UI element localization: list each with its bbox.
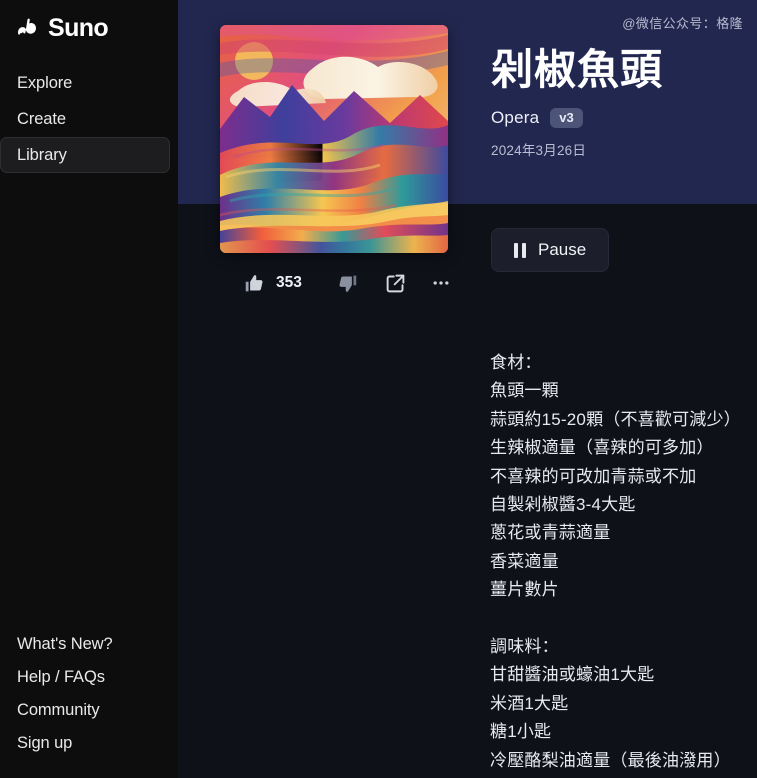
song-info: 剁椒魚頭 Opera v3 2024年3月26日 <box>491 46 756 159</box>
song-date: 2024年3月26日 <box>491 143 587 159</box>
sidebar-item-label: Community <box>17 701 100 719</box>
main-content: @微信公众号：格隆 剁椒魚頭 Opera v3 2024年3月26日 Pause… <box>178 0 757 778</box>
thumbs-up-icon <box>244 273 265 294</box>
suno-song-page: Suno Explore Create Library What's New? … <box>0 0 757 778</box>
sidebar-item-help-faqs[interactable]: Help / FAQs <box>0 661 170 694</box>
secondary-nav: What's New? Help / FAQs Community Sign u… <box>0 628 178 778</box>
sidebar: Suno Explore Create Library What's New? … <box>0 0 178 778</box>
watermark-text: @微信公众号：格隆 <box>622 16 743 31</box>
suno-wave-note-logo-icon <box>15 15 41 41</box>
sidebar-item-label: Create <box>17 109 66 128</box>
dislike-button[interactable] <box>332 268 364 298</box>
pause-icon <box>514 242 526 258</box>
sidebar-item-sign-up[interactable]: Sign up <box>0 727 170 760</box>
more-options-button[interactable] <box>426 268 456 298</box>
thumbs-down-icon <box>337 273 358 294</box>
song-title: 剁椒魚頭 <box>491 46 664 93</box>
brand-logo[interactable]: Suno <box>0 0 178 44</box>
more-horizontal-icon <box>431 273 451 293</box>
sidebar-item-label: What's New? <box>17 635 113 653</box>
like-button[interactable] <box>238 268 270 298</box>
share-button[interactable] <box>380 268 412 298</box>
song-actions: 353 <box>238 268 456 298</box>
share-icon <box>385 273 406 294</box>
pause-button-label: Pause <box>538 240 587 259</box>
song-meta-row: Opera v3 <box>491 108 756 129</box>
sidebar-item-create[interactable]: Create <box>0 101 170 137</box>
sidebar-item-label: Explore <box>17 73 73 92</box>
song-lyrics: 食材： 魚頭一顆 蒜頭約15-20顆（不喜歡可減少） 生辣椒適量（喜辣的可多加）… <box>490 353 741 770</box>
sidebar-item-community[interactable]: Community <box>0 694 170 727</box>
sidebar-item-whats-new[interactable]: What's New? <box>0 628 170 661</box>
like-count: 353 <box>276 274 302 291</box>
pause-button[interactable]: Pause <box>491 228 610 272</box>
song-genre: Opera <box>491 108 540 128</box>
sidebar-item-label: Library <box>17 145 67 164</box>
sidebar-item-label: Sign up <box>17 734 73 752</box>
primary-nav: Explore Create Library <box>0 65 178 173</box>
sidebar-item-explore[interactable]: Explore <box>0 65 170 101</box>
abstract-colorful-mountain-landscape-artwork-icon <box>220 25 448 253</box>
brand-name: Suno <box>48 13 109 42</box>
sidebar-item-library[interactable]: Library <box>0 137 170 173</box>
model-version-badge: v3 <box>550 108 583 129</box>
song-cover-art[interactable] <box>220 25 448 253</box>
sidebar-item-label: Help / FAQs <box>17 668 105 686</box>
